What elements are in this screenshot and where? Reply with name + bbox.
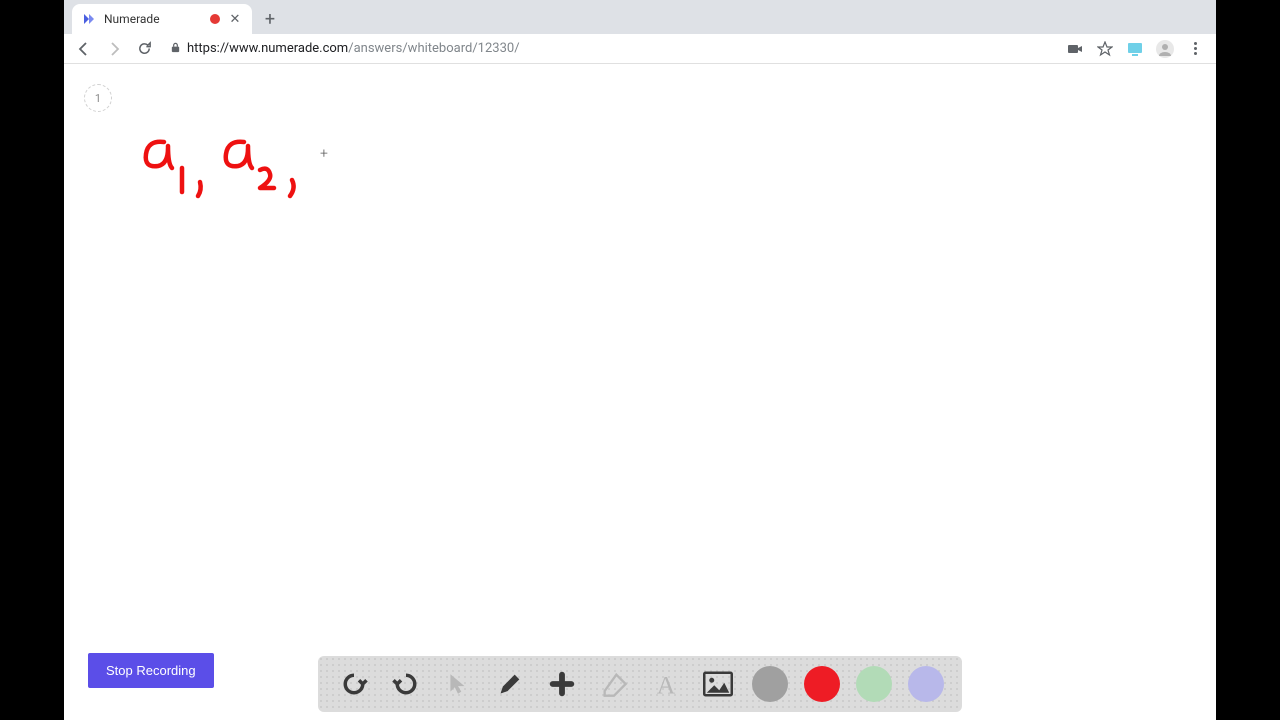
recording-indicator-icon: [210, 14, 220, 24]
pointer-tool-button[interactable]: [440, 666, 476, 702]
url-text: https://www.numerade.com/answers/whitebo…: [187, 41, 520, 56]
page-content: 1: [64, 64, 1216, 720]
tool-panel: A: [318, 656, 962, 712]
tab-title: Numerade: [104, 12, 202, 26]
pencil-tool-button[interactable]: [492, 666, 528, 702]
redo-button[interactable]: [388, 666, 424, 702]
color-gray-button[interactable]: [752, 666, 788, 702]
tab-close-button[interactable]: ✕: [228, 12, 242, 26]
numerade-favicon-icon: [82, 12, 96, 26]
url-path: /answers/whiteboard/12330/: [348, 41, 519, 56]
eraser-tool-button[interactable]: [596, 666, 632, 702]
new-tab-button[interactable]: +: [256, 5, 284, 33]
toolbar-right: [1066, 40, 1208, 58]
monitor-extension-icon[interactable]: [1126, 40, 1144, 58]
whiteboard-canvas[interactable]: +: [64, 64, 1216, 720]
add-tool-button[interactable]: [544, 666, 580, 702]
browser-tab[interactable]: Numerade ✕: [72, 4, 252, 34]
crosshair-cursor-icon: +: [320, 146, 328, 162]
back-button[interactable]: [72, 37, 96, 61]
image-tool-button[interactable]: [700, 666, 736, 702]
url-host: https://www.numerade.com: [187, 41, 348, 56]
color-red-button[interactable]: [804, 666, 840, 702]
undo-button[interactable]: [336, 666, 372, 702]
handwriting-strokes: [134, 124, 334, 208]
browser-window: Numerade ✕ + https://www.numerade.com/an…: [64, 0, 1216, 720]
menu-button[interactable]: [1186, 40, 1204, 58]
stop-recording-button[interactable]: Stop Recording: [88, 653, 214, 688]
address-bar[interactable]: https://www.numerade.com/answers/whitebo…: [162, 37, 1060, 61]
color-green-button[interactable]: [856, 666, 892, 702]
camera-icon[interactable]: [1066, 40, 1084, 58]
browser-toolbar: https://www.numerade.com/answers/whitebo…: [64, 34, 1216, 64]
star-icon[interactable]: [1096, 40, 1114, 58]
text-tool-button[interactable]: A: [648, 666, 684, 702]
svg-text:A: A: [657, 670, 676, 698]
lock-icon: [170, 42, 181, 56]
color-purple-button[interactable]: [908, 666, 944, 702]
reload-button[interactable]: [132, 37, 156, 61]
tab-strip: Numerade ✕ +: [64, 0, 1216, 34]
profile-avatar-icon[interactable]: [1156, 40, 1174, 58]
forward-button[interactable]: [102, 37, 126, 61]
